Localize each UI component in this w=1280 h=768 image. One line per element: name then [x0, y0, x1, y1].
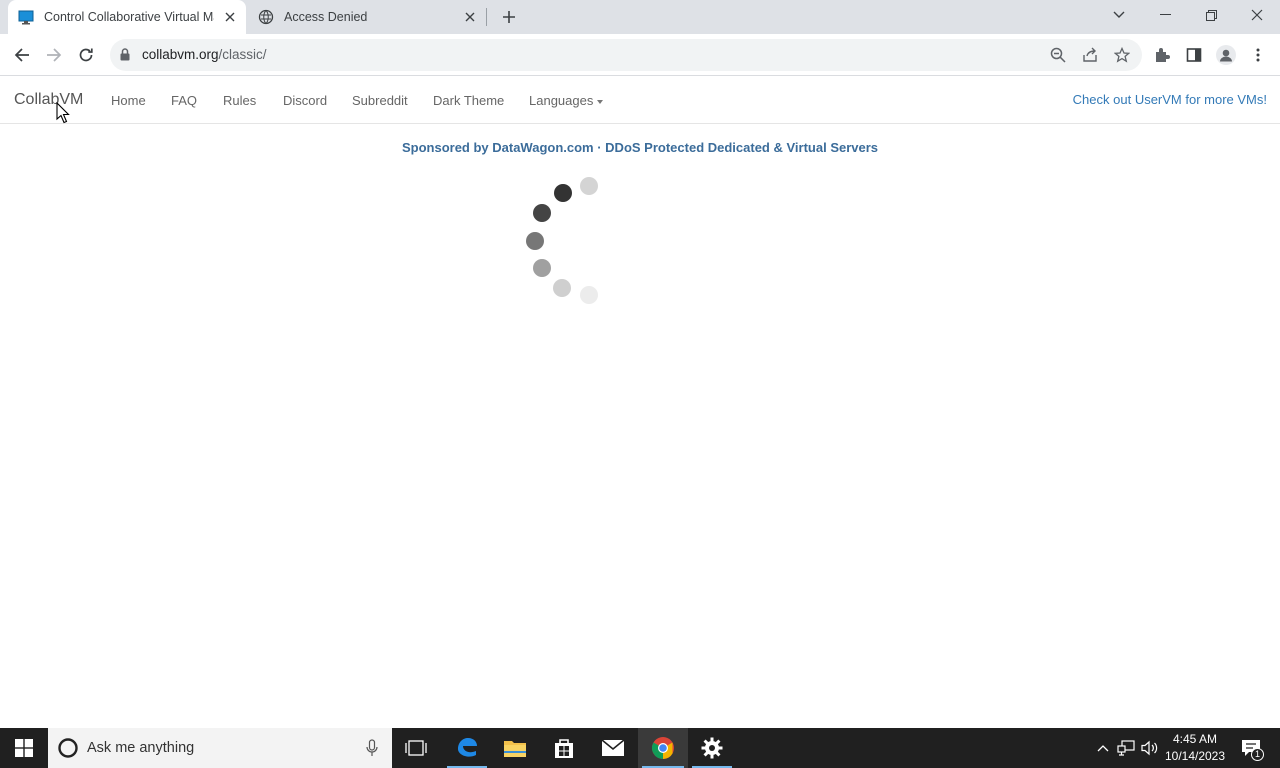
- file-explorer-icon[interactable]: [491, 728, 539, 768]
- taskbar-search-box[interactable]: Ask me anything: [48, 728, 392, 768]
- search-placeholder: Ask me anything: [87, 740, 195, 756]
- notification-badge: 1: [1251, 748, 1264, 761]
- spinner-dot: [580, 177, 598, 195]
- windows-start-icon[interactable]: [0, 728, 48, 768]
- spinner-dot: [526, 232, 544, 250]
- network-icon[interactable]: [1115, 728, 1137, 768]
- microphone-icon[interactable]: [366, 739, 378, 757]
- action-center-icon[interactable]: 1: [1234, 728, 1268, 768]
- volume-icon[interactable]: [1139, 728, 1161, 768]
- settings-icon[interactable]: [688, 728, 736, 768]
- chevron-up-icon[interactable]: [1092, 728, 1114, 768]
- spinner-dot: [533, 204, 551, 222]
- clock-time: 4:45 AM: [1172, 732, 1218, 746]
- mouse-cursor-icon: [56, 102, 70, 124]
- cortana-circle-icon: [57, 737, 79, 759]
- windows-taskbar: Ask me anything 4:45 AM 10/14/2023 1: [0, 728, 1280, 768]
- spinner-dot: [533, 259, 551, 277]
- system-clock[interactable]: 4:45 AM 10/14/2023: [1160, 731, 1230, 765]
- edge-icon[interactable]: [443, 728, 491, 768]
- mail-icon[interactable]: [589, 728, 637, 768]
- clock-date: 10/14/2023: [1164, 749, 1226, 763]
- spinner-dot: [580, 286, 598, 304]
- task-view-icon[interactable]: [394, 728, 438, 768]
- spinner-dot: [553, 279, 571, 297]
- spinner-dot: [554, 184, 572, 202]
- store-icon[interactable]: [540, 728, 588, 768]
- loading-spinner: [526, 177, 598, 304]
- chrome-icon[interactable]: [638, 728, 688, 768]
